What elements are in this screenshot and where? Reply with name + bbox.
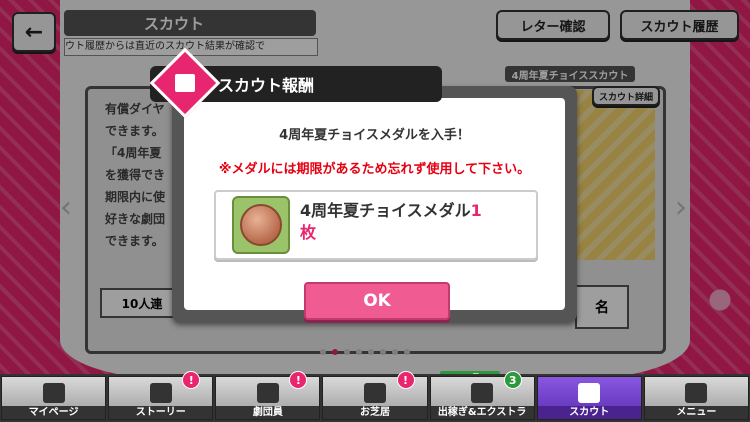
nav-item[interactable]: 劇団員!	[215, 371, 321, 420]
nav-item[interactable]: 出稼ぎ&エクストラ 3	[429, 371, 535, 420]
star-icon	[578, 383, 601, 403]
ok-button[interactable]: OK	[304, 282, 450, 320]
item-quantity: 1	[470, 201, 482, 220]
item-name: 4周年夏チョイスメダル	[300, 201, 471, 220]
medal-icon	[240, 204, 282, 246]
nav-label: スカウト	[537, 406, 641, 419]
alert-badge: !	[289, 371, 308, 389]
nav-item[interactable]: スカウト	[536, 376, 642, 420]
nav-label: お芝居	[323, 406, 427, 419]
item-unit: 枚	[300, 223, 317, 242]
nav-label: 劇団員	[216, 406, 320, 419]
alert-badge: 3	[503, 371, 522, 389]
expiry-warning: ※メダルには期限があるため忘れず使用して下さい。	[218, 162, 531, 177]
treasure-chest-icon	[175, 74, 195, 92]
ribbon-icon	[256, 383, 279, 403]
nav-item[interactable]: ストーリー!	[108, 371, 214, 420]
reward-message: 4周年夏チョイスメダルを入手！	[279, 128, 470, 143]
theater-icon	[363, 383, 386, 403]
alert-badge: !	[182, 371, 201, 389]
home-icon	[42, 383, 65, 403]
nav-item[interactable]: マイページ	[1, 376, 107, 420]
nav-label: 出稼ぎ&エクストラ	[430, 406, 534, 419]
nav-label: ストーリー	[109, 406, 213, 419]
alert-badge: !	[396, 371, 415, 389]
nav-label: メニュー	[644, 406, 748, 419]
grid-icon	[685, 383, 708, 403]
nav-item[interactable]: お芝居!	[322, 371, 428, 420]
reward-item-name: 4周年夏チョイスメダル1 枚	[300, 200, 525, 244]
book-icon	[149, 383, 172, 403]
nav-label: マイページ	[2, 406, 106, 419]
bottom-nav: マイページ ストーリー! 劇団員! お芝居! 出稼ぎ&エクストラ 3 スカウト メ…	[0, 371, 750, 422]
nav-item[interactable]: メニュー	[643, 376, 749, 420]
coin-icon	[471, 383, 494, 403]
